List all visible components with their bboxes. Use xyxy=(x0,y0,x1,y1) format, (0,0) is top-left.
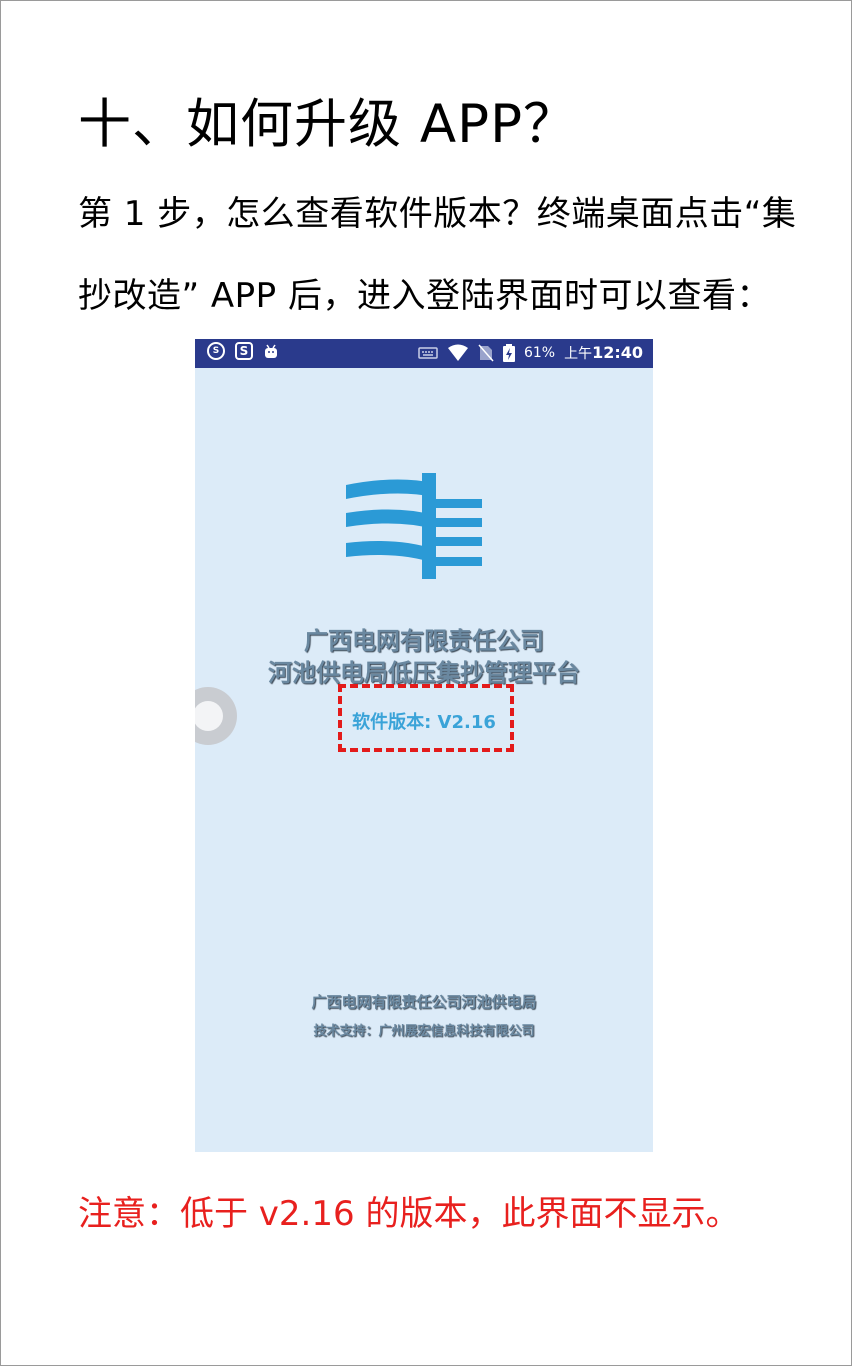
company-logo xyxy=(346,473,482,579)
company-title-line1: 广西电网有限责任公司 xyxy=(304,626,544,655)
footer-support: 技术支持：广州展宏信息科技有限公司 xyxy=(313,1024,535,1039)
android-icon xyxy=(265,344,277,358)
no-sim-icon xyxy=(478,344,494,362)
status-bar: S S 61% 上午12:40 xyxy=(195,339,653,368)
status-bar-right: 61% 上午12:40 xyxy=(418,343,643,363)
company-title: 广西电网有限责任公司 河池供电局低压集抄管理平台 xyxy=(195,625,653,689)
sogou-icon: S xyxy=(207,342,225,360)
wifi-icon xyxy=(447,344,468,361)
section-heading: 十、如何升级 APP？ xyxy=(78,94,578,155)
paragraph-line-2: 抄改造” APP 后，进入登陆界面时可以查看： xyxy=(78,276,771,316)
footer-company: 广西电网有限责任公司河池供电局 xyxy=(311,993,537,1011)
battery-percent: 61% xyxy=(523,345,556,361)
keyboard-icon xyxy=(418,347,438,359)
paragraph-line-1: 第 1 步，怎么查看软件版本？终端桌面点击“集 xyxy=(78,194,797,234)
clock-prefix: 上午 xyxy=(564,346,593,362)
battery-icon xyxy=(502,344,515,362)
s-app-icon: S xyxy=(235,342,253,360)
clock: 上午12:40 xyxy=(564,343,643,363)
warning-note: 注意：低于 v2.16 的版本，此界面不显示。 xyxy=(78,1194,740,1234)
status-bar-left: S S xyxy=(207,342,279,360)
clock-time: 12:40 xyxy=(592,343,643,362)
version-highlight-box xyxy=(338,684,514,752)
phone-screenshot: S S 61% 上午12:40 广西电网有限责任公司 河池供电局低压集抄管理平台… xyxy=(195,339,653,1152)
